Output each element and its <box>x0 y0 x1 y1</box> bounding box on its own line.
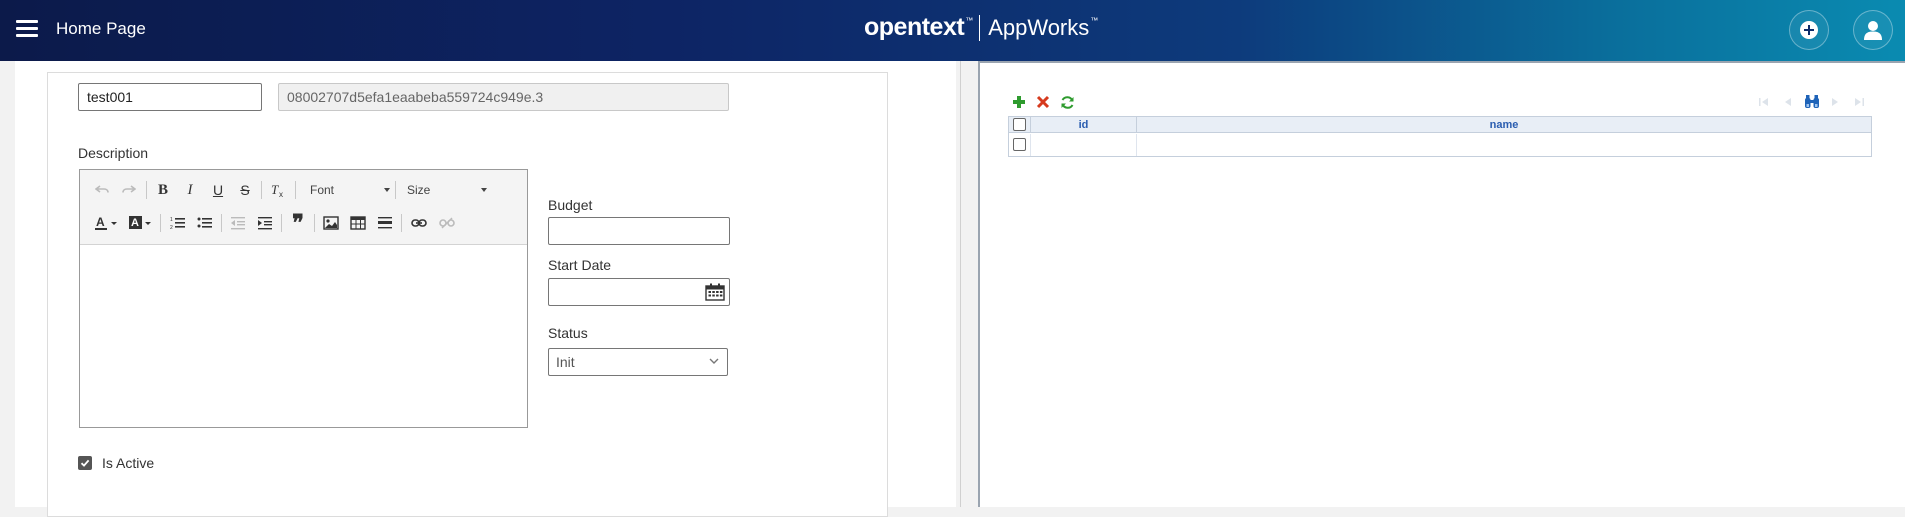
font-select-label: Font <box>310 183 335 197</box>
previous-page-icon[interactable] <box>1781 95 1795 109</box>
bold-button[interactable]: B <box>151 179 175 201</box>
add-button[interactable] <box>1789 10 1829 50</box>
chevron-down-icon <box>481 188 487 192</box>
bulleted-list-icon[interactable] <box>193 212 217 234</box>
blockquote-icon[interactable]: ❞ <box>286 210 310 235</box>
status-select[interactable]: Init <box>548 348 728 376</box>
toolbar-separator <box>261 181 262 199</box>
budget-label: Budget <box>548 197 593 213</box>
outdent-icon[interactable] <box>226 212 250 234</box>
toolbar-separator <box>146 181 147 199</box>
description-rich-text-editor[interactable]: B I U S Tx Font Size A A 12 ❞ <box>79 169 528 428</box>
opentext-logo: opentext <box>864 13 965 41</box>
brand-logo: opentext ™ AppWorks ™ <box>864 13 1098 42</box>
column-header-id[interactable]: id <box>1031 117 1137 133</box>
cell-id[interactable] <box>1031 134 1137 156</box>
table-icon[interactable] <box>346 212 370 234</box>
remove-format-icon[interactable]: Tx <box>266 179 290 201</box>
toolbar-separator <box>160 214 161 232</box>
indent-icon[interactable] <box>253 212 277 234</box>
logo-trademark: ™ <box>965 16 974 25</box>
refresh-icon[interactable] <box>1059 94 1075 110</box>
cell-name[interactable] <box>1137 134 1871 156</box>
first-page-icon[interactable] <box>1757 95 1771 109</box>
underline-button[interactable]: U <box>206 179 230 201</box>
next-page-icon[interactable] <box>1828 95 1842 109</box>
data-grid: id name <box>1008 116 1872 157</box>
plus-circle-icon <box>1800 21 1818 39</box>
delete-row-icon[interactable] <box>1035 94 1051 110</box>
toolbar-separator <box>295 181 296 199</box>
select-all-cell <box>1009 117 1031 133</box>
calendar-icon[interactable] <box>705 283 725 301</box>
numbered-list-icon[interactable]: 12 <box>166 212 190 234</box>
name-input[interactable] <box>78 83 262 111</box>
font-select[interactable]: Font <box>310 179 390 201</box>
size-select-label: Size <box>407 183 431 197</box>
item-id-field <box>278 83 729 111</box>
redo-icon[interactable] <box>117 179 141 201</box>
hamburger-menu-icon[interactable] <box>16 20 38 38</box>
svg-text:1: 1 <box>170 217 173 223</box>
brand-divider <box>979 14 981 41</box>
toolbar-separator <box>401 214 402 232</box>
svg-text:T: T <box>271 183 279 197</box>
row-checkbox[interactable] <box>1013 138 1026 151</box>
background-color-icon[interactable]: A <box>126 212 156 234</box>
page-title: Home Page <box>56 19 146 38</box>
toolbar-separator <box>221 214 222 232</box>
chevron-down-icon <box>709 358 719 364</box>
budget-input[interactable] <box>548 217 730 245</box>
description-label: Description <box>78 145 149 161</box>
pane-divider[interactable] <box>960 61 961 507</box>
start-date-label: Start Date <box>548 257 612 273</box>
unlink-icon[interactable] <box>435 212 459 234</box>
undo-icon[interactable] <box>90 179 114 201</box>
image-icon[interactable] <box>319 212 343 234</box>
column-header-name[interactable]: name <box>1137 117 1871 133</box>
link-icon[interactable] <box>407 212 431 234</box>
is-active-checkbox[interactable] <box>78 456 92 470</box>
table-row[interactable] <box>1009 134 1871 156</box>
status-select-value: Init <box>556 354 575 370</box>
toolbar-separator <box>395 181 396 199</box>
strikethrough-button[interactable]: S <box>233 179 257 201</box>
last-page-icon[interactable] <box>1852 95 1866 109</box>
italic-button[interactable]: I <box>178 179 202 201</box>
toolbar-separator <box>281 214 282 232</box>
chevron-down-icon <box>384 188 390 192</box>
grid-header-row: id name <box>1009 117 1871 133</box>
select-all-checkbox[interactable] <box>1013 118 1026 131</box>
size-select[interactable]: Size <box>407 179 487 201</box>
row-select-cell <box>1009 134 1031 156</box>
add-row-icon[interactable] <box>1011 94 1027 110</box>
find-icon[interactable] <box>1804 94 1820 110</box>
start-date-input[interactable] <box>548 278 730 306</box>
checkmark-icon <box>80 459 90 467</box>
svg-text:2: 2 <box>170 225 173 230</box>
status-label: Status <box>548 325 588 341</box>
svg-text:A: A <box>131 217 139 229</box>
is-active-label: Is Active <box>102 455 155 471</box>
horizontal-rule-icon[interactable] <box>373 212 397 234</box>
text-color-icon[interactable]: A <box>92 212 122 234</box>
app-header: Home Page opentext ™ AppWorks ™ <box>0 0 1905 61</box>
product-trademark: ™ <box>1090 16 1099 25</box>
svg-text:A: A <box>96 215 105 229</box>
toolbar-separator <box>314 214 315 232</box>
editor-toolbar: B I U S Tx Font Size A A 12 ❞ <box>80 170 527 245</box>
editor-content-area[interactable] <box>80 246 527 427</box>
user-icon <box>1864 21 1882 40</box>
svg-text:x: x <box>279 190 283 198</box>
user-profile-button[interactable] <box>1853 10 1893 50</box>
product-name: AppWorks <box>988 14 1090 40</box>
